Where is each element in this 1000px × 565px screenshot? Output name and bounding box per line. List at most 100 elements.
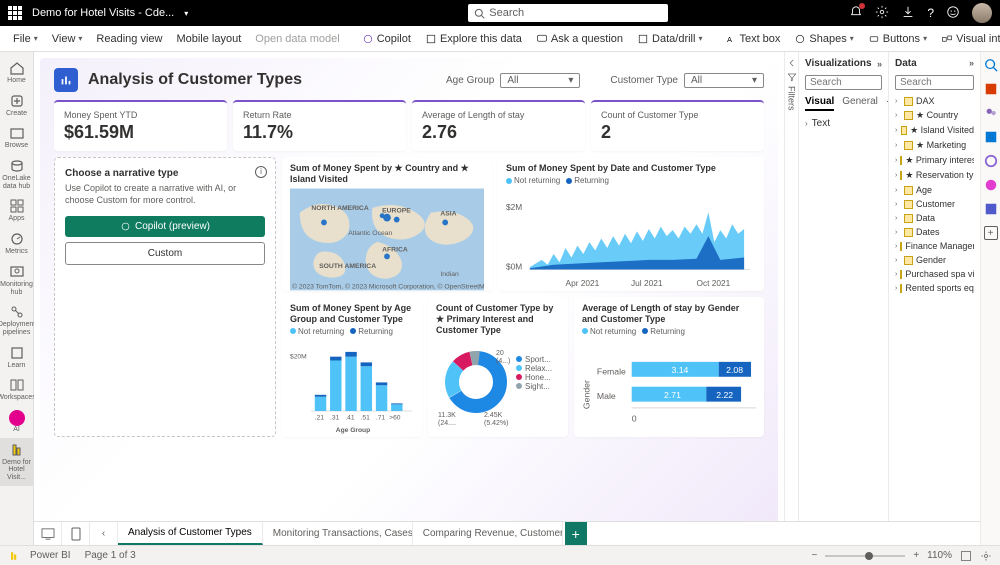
chevron-right-icon[interactable]: » <box>877 59 882 69</box>
page-tab-3[interactable]: Comparing Revenue, Customer Satisfaction… <box>413 522 563 545</box>
visual-interactions-button[interactable]: Visual interactions▾ <box>936 31 1000 47</box>
svg-text:$20M: $20M <box>290 353 307 360</box>
zoom-in-button[interactable]: + <box>913 550 919 561</box>
page-tab-2[interactable]: Monitoring Transactions, Cases, and Reso… <box>263 522 413 545</box>
nav-learn[interactable]: Learn <box>0 341 34 374</box>
kpi-money-spent[interactable]: Money Spent YTD$61.59M <box>54 100 227 151</box>
line-chart-visual[interactable]: Sum of Money Spent by Date and Customer … <box>498 157 764 291</box>
chevron-down-icon[interactable]: ▾ <box>184 9 188 18</box>
chevron-right-icon[interactable]: » <box>969 58 974 69</box>
open-data-model-button[interactable]: Open data model <box>250 31 344 47</box>
chat-icon[interactable] <box>984 178 998 192</box>
nav-monitoring[interactable]: Monitoring hub <box>0 260 34 300</box>
nav-onelake[interactable]: OneLake data hub <box>0 154 34 194</box>
svg-text:$0M: $0M <box>506 261 522 271</box>
svg-text:(24....: (24.... <box>438 420 456 427</box>
data-table-item[interactable]: ›Data <box>895 211 974 225</box>
help-icon[interactable]: ? <box>927 6 934 20</box>
copilot-narrative-button[interactable]: Copilot (preview) <box>65 216 265 237</box>
data-search-input[interactable] <box>895 75 974 90</box>
data-table-item[interactable]: ›★ Island Visited <box>895 123 974 138</box>
svg-text:AFRICA: AFRICA <box>382 246 408 253</box>
nav-create[interactable]: Create <box>0 89 34 122</box>
shapes-button[interactable]: Shapes▾ <box>789 31 858 47</box>
mobile-layout-button[interactable]: Mobile layout <box>171 31 246 47</box>
nav-home[interactable]: Home <box>0 56 34 89</box>
data-table-item[interactable]: ›Rented sports equipme... <box>895 281 974 295</box>
global-search-input[interactable]: Search <box>468 4 668 22</box>
nav-metrics[interactable]: Metrics <box>0 227 34 260</box>
add-app-button[interactable]: + <box>984 226 998 240</box>
nav-deployment[interactable]: Deployment pipelines <box>0 300 34 340</box>
data-table-item[interactable]: ›★ Primary interest <box>895 153 974 168</box>
settings-icon[interactable] <box>980 550 992 562</box>
feedback-icon[interactable] <box>946 5 960 22</box>
bar-chart-visual[interactable]: Sum of Money Spent by Age Group and Cust… <box>282 297 422 437</box>
smart-narrative-visual[interactable]: i Choose a narrative type Use Copilot to… <box>54 157 276 437</box>
data-table-item[interactable]: ›★ Country <box>895 108 974 123</box>
data-table-item[interactable]: ›Customer <box>895 197 974 211</box>
kpi-count-ctype[interactable]: Count of Customer Type2 <box>591 100 764 151</box>
donut-chart-visual[interactable]: Count of Customer Type by ★ Primary Inte… <box>428 297 568 437</box>
data-table-item[interactable]: ›DAX <box>895 94 974 108</box>
data-table-item[interactable]: ›★ Reservation type <box>895 168 974 183</box>
filters-pane-collapsed[interactable]: Filters <box>784 52 798 545</box>
zoom-out-button[interactable]: − <box>811 550 817 561</box>
data-table-item[interactable]: ›Age <box>895 183 974 197</box>
explore-data-button[interactable]: Explore this data <box>420 31 527 47</box>
reading-view-button[interactable]: Reading view <box>91 31 167 47</box>
page-tab-1[interactable]: Analysis of Customer Types <box>118 522 263 545</box>
app-launcher-icon[interactable] <box>8 6 22 20</box>
filter-age-group[interactable]: Age Group All▾ <box>446 73 580 88</box>
nav-browse[interactable]: Browse <box>0 121 34 154</box>
search-icon <box>474 8 485 19</box>
file-menu[interactable]: File▾ <box>8 31 43 47</box>
task-icon[interactable] <box>984 82 998 96</box>
add-page-button[interactable]: + <box>565 522 587 545</box>
tab-general[interactable]: General <box>842 96 878 111</box>
info-icon[interactable]: i <box>255 166 267 178</box>
file-title[interactable]: Demo for Hotel Visits - Cde... <box>32 7 174 19</box>
desktop-layout-button[interactable] <box>34 522 62 545</box>
people-icon[interactable] <box>984 106 998 120</box>
data-table-item[interactable]: ›Finance Manager <box>895 239 974 253</box>
svg-text:.21: .21 <box>315 414 325 421</box>
nav-current-report[interactable]: Demo for Hotel Visit... <box>0 438 34 486</box>
data-table-item[interactable]: ›★ Marketing <box>895 138 974 153</box>
svg-text:(4...): (4...) <box>496 358 510 365</box>
data-drill-button[interactable]: Data/drill▾ <box>632 31 707 47</box>
data-table-item[interactable]: ›Gender <box>895 253 974 267</box>
hbar-chart-visual[interactable]: Average of Length of stay by Gender and … <box>574 297 764 437</box>
fit-page-icon[interactable] <box>960 550 972 562</box>
buttons-button[interactable]: Buttons▾ <box>863 31 932 47</box>
data-table-item[interactable]: ›Purchased spa visit <box>895 267 974 281</box>
filter-customer-type[interactable]: Customer Type All▾ <box>610 73 764 88</box>
notifications-icon[interactable] <box>849 5 863 22</box>
ask-question-button[interactable]: Ask a question <box>531 31 628 47</box>
search-icon[interactable] <box>984 58 998 72</box>
custom-narrative-button[interactable]: Custom <box>65 242 265 265</box>
tab-visual[interactable]: Visual <box>805 96 834 111</box>
kpi-return-rate[interactable]: Return Rate11.7% <box>233 100 406 151</box>
data-table-item[interactable]: ›Dates <box>895 225 974 239</box>
mobile-layout-button[interactable] <box>62 522 90 545</box>
viz-text-section[interactable]: ›Text <box>805 115 882 132</box>
download-icon[interactable] <box>901 5 915 22</box>
user-avatar[interactable] <box>972 3 992 23</box>
prev-page-button[interactable]: ‹ <box>90 522 118 545</box>
loop-icon[interactable] <box>984 154 998 168</box>
copilot-button[interactable]: Copilot <box>357 31 416 47</box>
textbox-button[interactable]: AText box <box>719 31 785 47</box>
kpi-avg-stay[interactable]: Average of Length of stay2.76 <box>412 100 585 151</box>
settings-icon[interactable] <box>875 5 889 22</box>
zoom-slider[interactable] <box>825 555 905 557</box>
nav-apps[interactable]: Apps <box>0 194 34 227</box>
viz-search-input[interactable] <box>805 75 882 90</box>
map-visual[interactable]: Sum of Money Spent by ★ Country and ★ Is… <box>282 157 492 291</box>
nav-ai[interactable]: AI <box>0 406 34 438</box>
svg-text:EUROPE: EUROPE <box>382 207 411 214</box>
view-menu[interactable]: View▾ <box>47 31 88 47</box>
teams-icon[interactable] <box>984 202 998 216</box>
outlook-icon[interactable] <box>984 130 998 144</box>
nav-workspaces[interactable]: Workspaces <box>0 373 34 406</box>
